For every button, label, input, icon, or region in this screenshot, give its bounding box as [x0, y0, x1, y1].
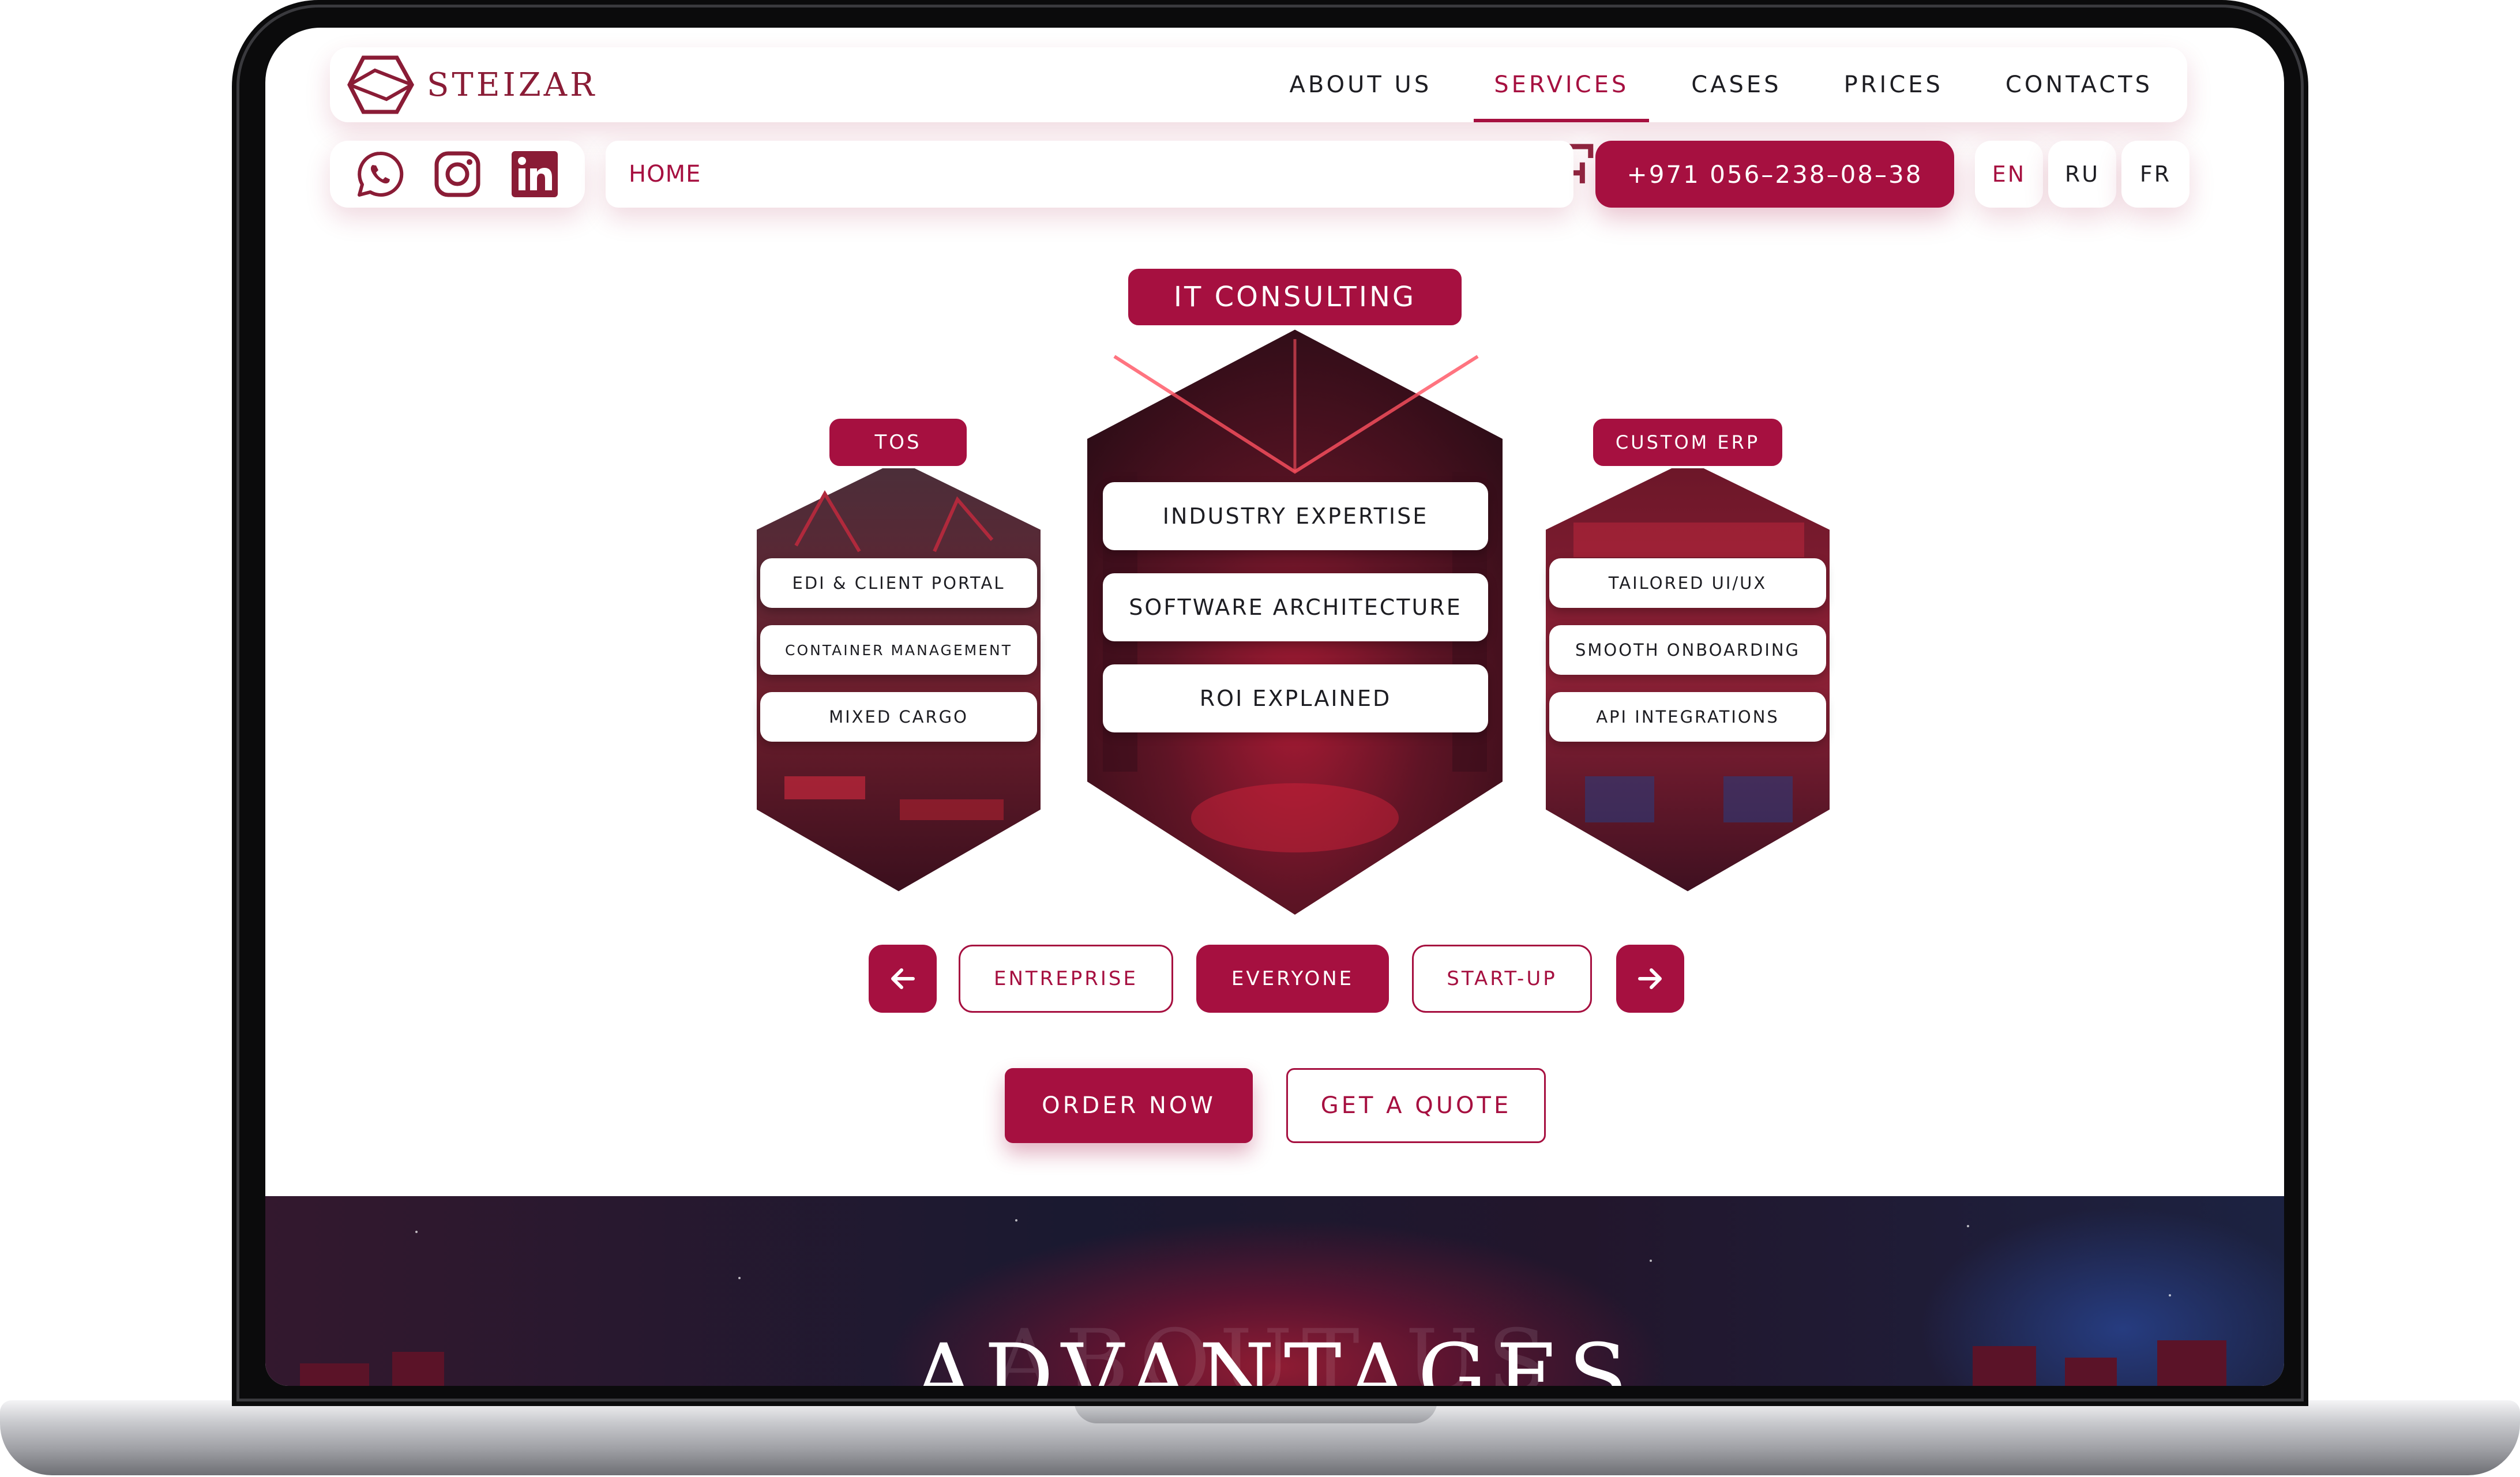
- top-navigation: STEIZAR ABOUT US SERVICES CASES PRICES C…: [330, 47, 2187, 122]
- it-consulting-item-1[interactable]: INDUSTRY EXPERTISE: [1103, 482, 1488, 550]
- service-card-it-consulting[interactable]: INDUSTRY EXPERTISE SOFTWARE ARCHITECTURE…: [1080, 322, 1510, 923]
- lang-en[interactable]: EN: [1975, 141, 2043, 208]
- website-screen: OUR SERVICES STEIZAR ABOUT US SERVICES C…: [265, 28, 2284, 1386]
- lang-fr[interactable]: FR: [2121, 141, 2189, 208]
- audience-entreprise[interactable]: ENTREPRISE: [959, 945, 1173, 1013]
- nav-about-us[interactable]: ABOUT US: [1290, 47, 1432, 122]
- custom-erp-item-2[interactable]: SMOOTH ONBOARDING: [1549, 625, 1826, 675]
- custom-erp-image: [1541, 456, 1834, 896]
- tos-image: [752, 456, 1045, 896]
- custom-erp-item-3[interactable]: API INTEGRATIONS: [1549, 692, 1826, 742]
- custom-erp-title: CUSTOM ERP: [1591, 416, 1785, 468]
- custom-erp-item-1[interactable]: TAILORED UI/UX: [1549, 558, 1826, 608]
- tos-item-1[interactable]: EDI & CLIENT PORTAL: [760, 558, 1037, 608]
- arrow-left-icon: [891, 968, 915, 989]
- star: [1015, 1219, 1017, 1222]
- next-button[interactable]: [1616, 945, 1684, 1013]
- advantages-section: ABOUT US ADVANTAGES: [265, 1196, 2284, 1386]
- tos-item-2[interactable]: CONTAINER MANAGEMENT: [760, 625, 1037, 675]
- star: [738, 1277, 741, 1279]
- service-card-custom-erp[interactable]: TAILORED UI/UX SMOOTH ONBOARDING API INT…: [1539, 453, 1837, 899]
- nav-contacts[interactable]: CONTACTS: [2006, 47, 2153, 122]
- audience-start-up[interactable]: START-UP: [1412, 945, 1592, 1013]
- hexagon-logo-icon: [347, 55, 414, 114]
- audience-everyone[interactable]: EVERYONE: [1196, 945, 1389, 1013]
- tos-item-3[interactable]: MIXED CARGO: [760, 692, 1037, 742]
- get-a-quote-button[interactable]: GET A QUOTE: [1286, 1068, 1546, 1143]
- arrow-right-icon: [1638, 968, 1662, 989]
- main-menu: ABOUT US SERVICES CASES PRICES CONTACTS: [1227, 47, 2153, 122]
- star: [415, 1231, 418, 1233]
- star: [1967, 1225, 1969, 1227]
- nav-services[interactable]: SERVICES: [1474, 47, 1650, 122]
- advantages-title: ADVANTAGES: [912, 1326, 1637, 1386]
- service-card-tos[interactable]: EDI & CLIENT PORTAL CONTAINER MANAGEMENT…: [750, 453, 1047, 899]
- brand-logo[interactable]: STEIZAR: [346, 53, 597, 116]
- star: [2169, 1294, 2171, 1296]
- order-now-button[interactable]: ORDER NOW: [1005, 1068, 1253, 1143]
- breadcrumb: HOME: [606, 141, 1573, 208]
- nav-cases[interactable]: CASES: [1691, 47, 1781, 122]
- star: [1650, 1260, 1652, 1262]
- linkedin-icon[interactable]: [509, 149, 560, 200]
- whatsapp-icon[interactable]: [355, 149, 405, 200]
- lang-ru[interactable]: RU: [2048, 141, 2116, 208]
- phone-button[interactable]: +971 056–238–08–38: [1595, 141, 1954, 208]
- it-consulting-item-2[interactable]: SOFTWARE ARCHITECTURE: [1103, 573, 1488, 641]
- breadcrumb-home[interactable]: HOME: [629, 161, 701, 187]
- brand-name: STEIZAR: [427, 66, 598, 104]
- prev-button[interactable]: [869, 945, 937, 1013]
- instagram-icon[interactable]: [432, 149, 483, 200]
- it-consulting-item-3[interactable]: ROI EXPLAINED: [1103, 664, 1488, 732]
- it-consulting-title: IT CONSULTING: [1126, 266, 1464, 328]
- tos-title: TOS: [827, 416, 969, 468]
- nav-prices[interactable]: PRICES: [1844, 47, 1943, 122]
- social-links: [330, 141, 585, 208]
